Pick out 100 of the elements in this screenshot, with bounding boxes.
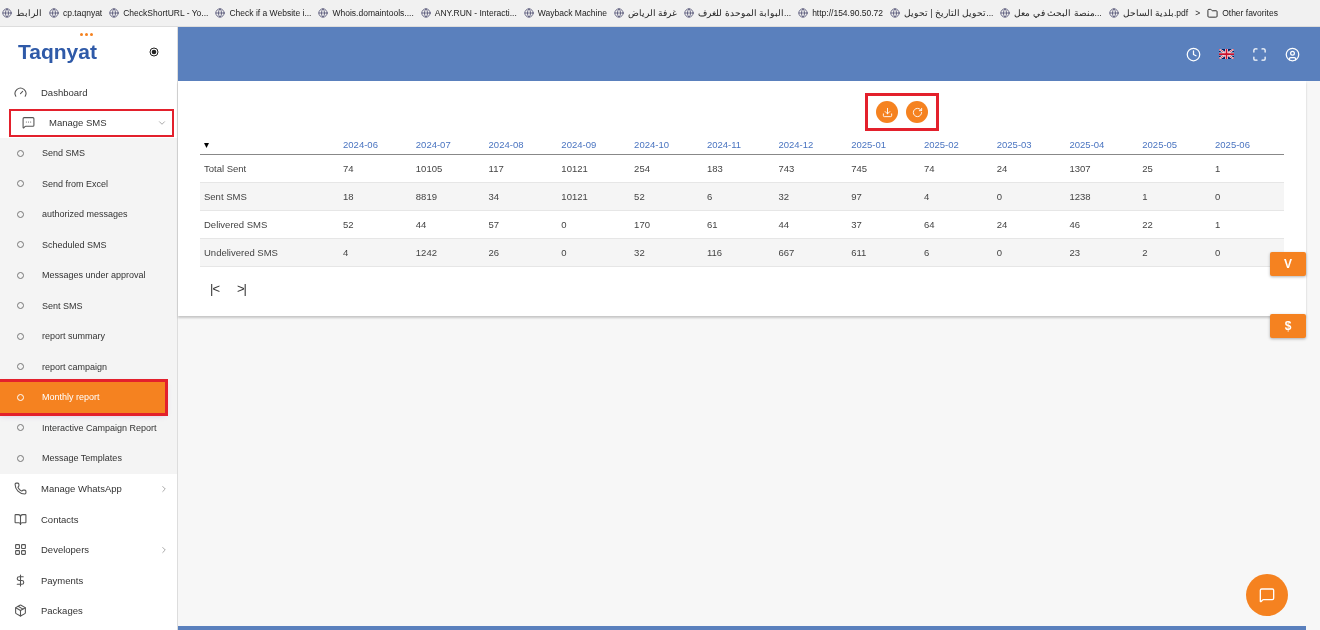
sidebar-subitem[interactable]: Send from Excel [0,168,177,199]
globe-icon [890,8,901,18]
table-cell: 0 [992,238,1066,267]
sidebar-item[interactable]: Manage SMS [8,107,175,138]
flag-icon[interactable] [1219,49,1234,59]
bookmark[interactable]: الرابط [2,8,42,18]
globe-icon [2,8,12,18]
other-favorites[interactable]: Other favorites [1207,7,1278,19]
table-cell: 24 [992,210,1066,239]
row-label: Delivered SMS [200,210,340,239]
bookmark[interactable]: cp.taqnyat [49,8,103,18]
table-cell: 64 [920,210,993,239]
table-cell: 57 [484,210,558,239]
table-cell: 117 [484,154,558,183]
row-label: Sent SMS [200,182,340,211]
column-header: 2025-05 [1138,135,1212,155]
table-cell: 1 [1211,154,1284,183]
more-bookmarks-button[interactable]: > [1195,8,1201,18]
table-cell: 18 [339,182,412,211]
sidebar-subitem[interactable]: Interactive Campaign Report [0,412,177,443]
book-icon [14,512,27,526]
chat-button[interactable] [1246,574,1288,616]
table-cell: 61 [702,210,775,239]
download-icon [881,106,893,118]
table-cell: 6 [920,238,993,267]
bookmark[interactable]: البوابة الموحدة للغرف... [684,8,792,18]
dashboard-icon [14,85,27,99]
logo: Taqnyat [18,40,97,64]
column-header: 2024-12 [774,135,848,155]
bookmark[interactable]: http://154.90.50.72 [798,8,884,18]
dots-icon [80,33,93,36]
globe-icon [420,8,431,18]
sidebar-subitem[interactable]: Send SMS [0,138,177,169]
table-cell: 10121 [557,154,631,183]
dollar-icon [14,573,27,587]
bookmark[interactable]: غرفة الرياض [613,8,678,18]
table-cell: 25 [1138,154,1212,183]
bookmark[interactable]: تحويل التاريخ | تحويل... [890,8,994,18]
table-cell: 26 [484,238,558,267]
last-page-button[interactable]: >| [236,281,246,296]
folder-icon [1207,7,1219,19]
column-header: 2025-02 [920,135,993,155]
grid-icon [14,543,27,557]
globe-icon [798,8,809,18]
table-cell: 4 [339,238,412,267]
table-cell: 10105 [411,154,485,183]
globe-icon [523,8,534,18]
bookmark[interactable]: Wayback Machine [523,8,607,18]
table-cell: 34 [484,182,558,211]
table-cell: 116 [702,238,775,267]
table-cell: 0 [992,182,1066,211]
table-cell: 6 [702,182,775,211]
table-cell: 1 [1138,182,1212,211]
fullscreen-icon[interactable] [1252,46,1267,62]
column-header: 2025-01 [847,135,920,155]
bookmark[interactable]: منصة البحث في معل... [1000,8,1102,18]
column-header: 2024-10 [630,135,703,155]
download-button[interactable] [876,101,898,123]
sidebar-subitem[interactable]: authorized messages [0,199,177,230]
sidebar-subitem[interactable]: report campaign [0,351,177,382]
table-cell: 52 [339,210,412,239]
bookmark[interactable]: Whois.domaintools.... [318,8,414,18]
table-cell: 37 [847,210,920,239]
table-cell: 254 [630,154,703,183]
table-cell: 44 [774,210,848,239]
table-cell: 743 [774,154,848,183]
bookmark[interactable]: Check if a Website i... [215,8,312,18]
globe-icon [684,8,695,18]
globe-icon [215,8,226,18]
globe-icon [1000,8,1011,18]
clock-icon[interactable] [1186,46,1201,62]
table-cell: 0 [557,238,631,267]
table-cell: 4 [920,182,993,211]
sidebar-subitem[interactable]: Messages under approval [0,260,177,291]
column-menu[interactable]: ▾ [200,135,340,155]
globe-icon [49,8,59,18]
refresh-button[interactable] [906,101,928,123]
package-icon [14,604,27,618]
first-page-button[interactable]: |< [210,281,219,296]
sidebar-subitem[interactable]: Message Templates [0,443,177,474]
table-cell: 74 [339,154,412,183]
sidebar-subitem[interactable]: Sent SMS [0,290,177,321]
column-header: 2024-09 [557,135,631,155]
column-header: 2025-06 [1211,135,1284,155]
globe-icon [109,8,120,18]
globe-icon [613,8,624,18]
bookmark[interactable]: ANY.RUN - Interacti... [420,8,517,18]
bookmark[interactable]: بلدية الساحل.pdf [1108,8,1189,18]
table-cell: 97 [847,182,920,211]
column-header: 2024-06 [339,135,412,155]
table-cell: 1 [1211,210,1284,239]
table-cell: 22 [1138,210,1212,239]
table-cell: 1307 [1065,154,1139,183]
sidebar-subitem[interactable]: Scheduled SMS [0,229,177,260]
table-cell: 183 [702,154,775,183]
bookmark[interactable]: CheckShortURL - Yo... [109,8,209,18]
table-cell: 44 [411,210,485,239]
sidebar-subitem[interactable]: report summary [0,321,177,352]
user-icon[interactable] [1285,46,1300,62]
refresh-icon [911,106,923,118]
